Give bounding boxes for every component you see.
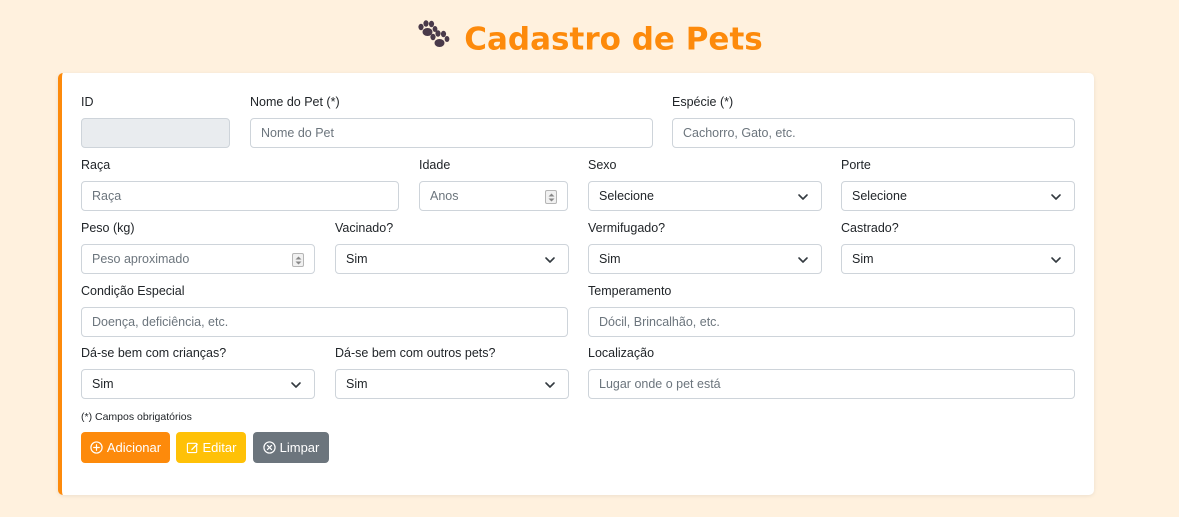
chevron-down-icon: [545, 382, 555, 388]
nome-input[interactable]: Nome do Pet: [250, 118, 653, 148]
sexo-group: Sexo Selecione: [588, 157, 822, 211]
temperamento-input[interactable]: Dócil, Brincalhão, etc.: [588, 307, 1075, 337]
id-group: ID: [81, 94, 230, 148]
required-fields-note: (*) Campos obrigatórios: [81, 411, 192, 423]
peso-input[interactable]: Peso aproximado: [81, 244, 315, 274]
outros-pets-group: Dá-se bem com outros pets? Sim: [335, 345, 569, 399]
pencil-square-icon: [186, 442, 198, 454]
idade-spinner-icon[interactable]: [545, 190, 557, 204]
chevron-down-icon: [798, 257, 808, 263]
temperamento-group: Temperamento Dócil, Brincalhão, etc.: [588, 283, 1075, 337]
temperamento-label: Temperamento: [588, 284, 672, 298]
page-title: Cadastro de Pets: [0, 18, 1179, 58]
peso-spinner-icon[interactable]: [292, 253, 304, 267]
vermifugado-label: Vermifugado?: [588, 221, 666, 235]
localizacao-group: Localização Lugar onde o pet está: [588, 345, 1075, 399]
add-button-label: Adicionar: [106, 440, 162, 455]
outros-pets-label: Dá-se bem com outros pets?: [335, 346, 496, 360]
clear-button-label: Limpar: [279, 440, 320, 455]
vermifugado-select[interactable]: Sim: [588, 244, 822, 274]
especie-label: Espécie (*): [672, 95, 734, 109]
condicao-input[interactable]: Doença, deficiência, etc.: [81, 307, 568, 337]
pet-form-card: ID Nome do Pet (*) Nome do Pet Espécie (…: [58, 73, 1094, 495]
id-input: [81, 118, 230, 148]
vacinado-label: Vacinado?: [335, 221, 394, 235]
raca-label: Raça: [81, 158, 111, 172]
chevron-down-icon: [1051, 194, 1061, 200]
outros-pets-select[interactable]: Sim: [335, 369, 569, 399]
vacinado-select[interactable]: Sim: [335, 244, 569, 274]
vermifugado-group: Vermifugado? Sim: [588, 220, 822, 274]
chevron-down-icon: [545, 257, 555, 263]
peso-placeholder: Peso aproximado: [92, 252, 190, 266]
paw-icon: [416, 19, 450, 60]
localizacao-label: Localização: [588, 346, 655, 360]
peso-group: Peso (kg) Peso aproximado: [81, 220, 315, 274]
condicao-label: Condição Especial: [81, 284, 185, 298]
raca-group: Raça Raça: [81, 157, 399, 211]
peso-label: Peso (kg): [81, 221, 135, 235]
plus-circle-icon: [90, 441, 103, 454]
castrado-select[interactable]: Sim: [841, 244, 1075, 274]
localizacao-input[interactable]: Lugar onde o pet está: [588, 369, 1075, 399]
edit-button[interactable]: Editar: [176, 432, 246, 463]
porte-label: Porte: [841, 158, 871, 172]
porte-group: Porte Selecione: [841, 157, 1075, 211]
castrado-label: Castrado?: [841, 221, 899, 235]
sexo-select[interactable]: Selecione: [588, 181, 822, 211]
idade-placeholder: Anos: [430, 189, 459, 203]
nome-label: Nome do Pet (*): [250, 95, 340, 109]
outros-pets-value: Sim: [346, 377, 368, 391]
clear-button[interactable]: Limpar: [253, 432, 329, 463]
vermifugado-value: Sim: [599, 252, 621, 266]
vacinado-value: Sim: [346, 252, 368, 266]
castrado-value: Sim: [852, 252, 874, 266]
porte-value: Selecione: [852, 189, 907, 203]
x-circle-icon: [262, 441, 276, 454]
idade-input[interactable]: Anos: [419, 181, 568, 211]
especie-input[interactable]: Cachorro, Gato, etc.: [672, 118, 1075, 148]
condicao-group: Condição Especial Doença, deficiência, e…: [81, 283, 568, 337]
criancas-group: Dá-se bem com crianças? Sim: [81, 345, 315, 399]
chevron-down-icon: [291, 382, 301, 388]
page-title-text: Cadastro de Pets: [464, 21, 763, 58]
nome-group: Nome do Pet (*) Nome do Pet: [250, 94, 653, 148]
sexo-label: Sexo: [588, 158, 617, 172]
raca-input[interactable]: Raça: [81, 181, 399, 211]
vacinado-group: Vacinado? Sim: [335, 220, 569, 274]
especie-group: Espécie (*) Cachorro, Gato, etc.: [672, 94, 1075, 148]
add-button[interactable]: Adicionar: [81, 432, 170, 463]
porte-select[interactable]: Selecione: [841, 181, 1075, 211]
castrado-group: Castrado? Sim: [841, 220, 1075, 274]
criancas-select[interactable]: Sim: [81, 369, 315, 399]
criancas-label: Dá-se bem com crianças?: [81, 346, 227, 360]
idade-label: Idade: [419, 158, 451, 172]
id-label: ID: [81, 95, 94, 109]
idade-group: Idade Anos: [419, 157, 568, 211]
chevron-down-icon: [798, 194, 808, 200]
edit-button-label: Editar: [202, 440, 237, 455]
criancas-value: Sim: [92, 377, 114, 391]
sexo-value: Selecione: [599, 189, 654, 203]
chevron-down-icon: [1051, 257, 1061, 263]
